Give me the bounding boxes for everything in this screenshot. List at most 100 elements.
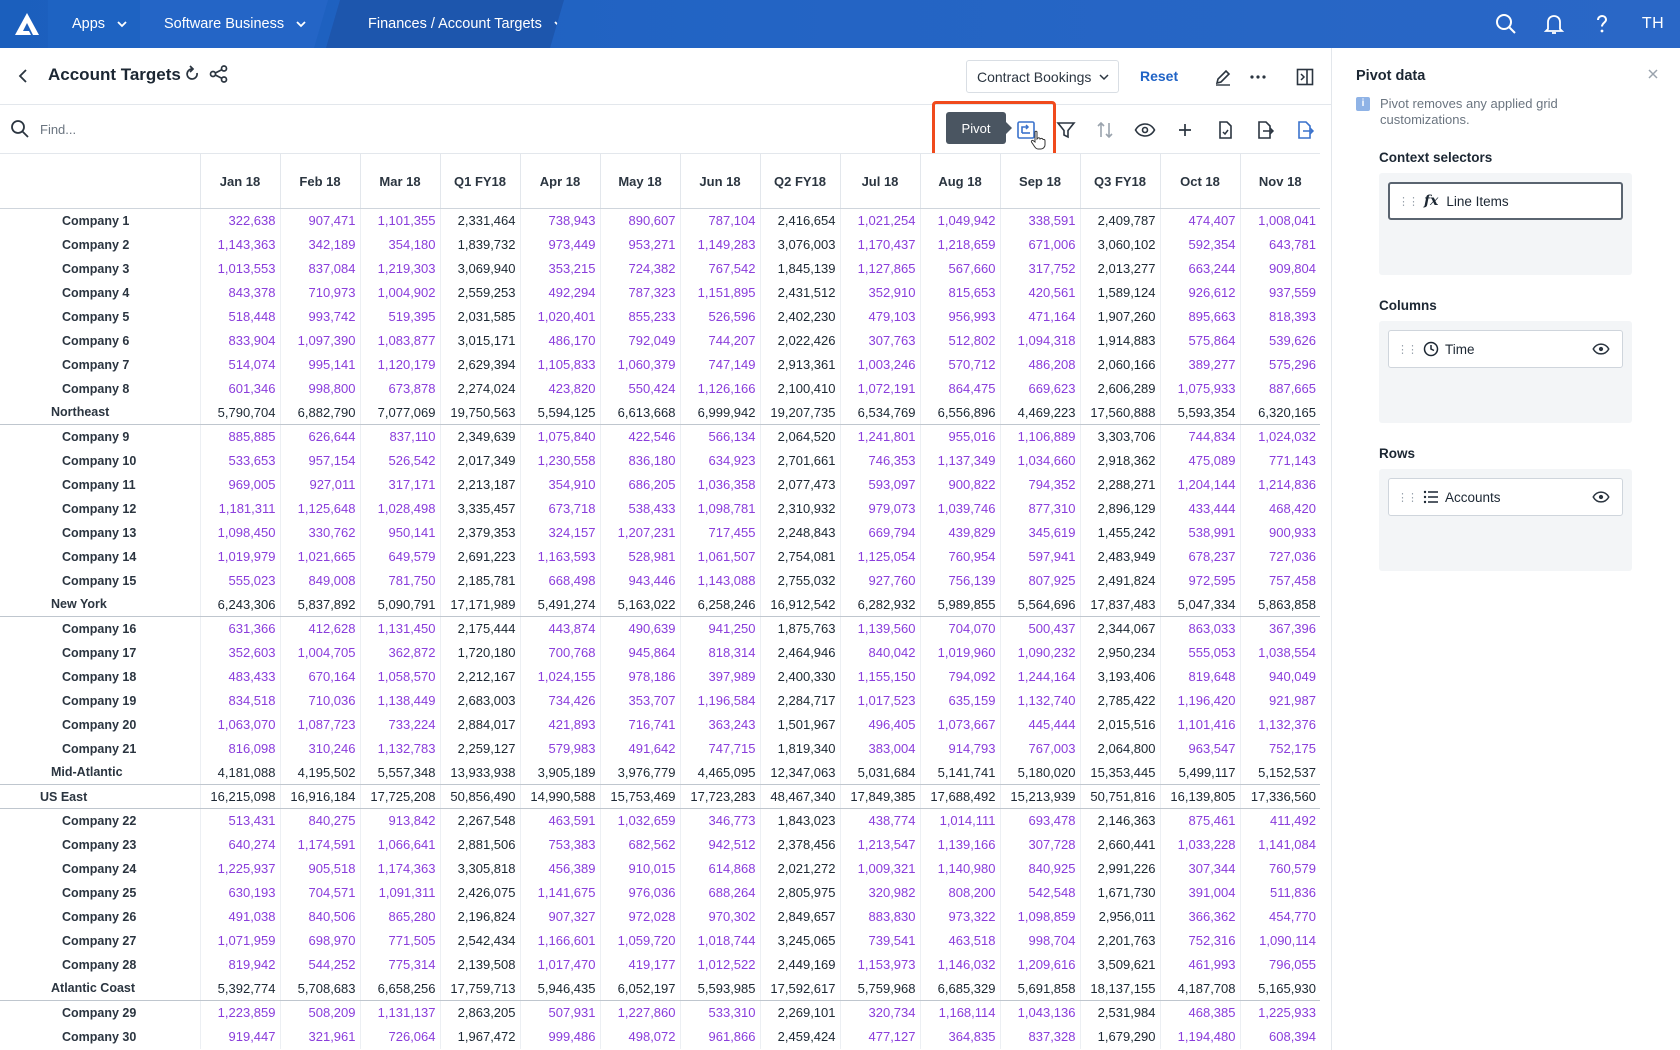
grid-cell[interactable]: 693,478 (999, 808, 1080, 833)
grid-cell[interactable]: 1,066,641 (359, 832, 440, 857)
grid-cell[interactable]: 1,060,379 (599, 352, 680, 377)
page-breadcrumb-menu[interactable]: Finances / Account Targets (326, 0, 564, 48)
grid-cell[interactable]: 895,663 (1159, 304, 1240, 329)
dimension-chip-line-items[interactable]: ⋮⋮ fx Line Items (1388, 182, 1623, 220)
grid-cell[interactable]: 5,152,537 (1239, 760, 1320, 785)
grid-cell[interactable]: 1,138,449 (359, 688, 440, 713)
grid-cell[interactable]: 756,139 (919, 568, 1000, 593)
grid-cell[interactable]: 2,950,234 (1079, 640, 1160, 665)
grid-cell[interactable]: 2,060,166 (1079, 352, 1160, 377)
grid-cell[interactable]: 2,431,512 (759, 280, 840, 305)
grid-cell[interactable]: 663,244 (1159, 256, 1240, 281)
row-header[interactable]: Northeast (0, 400, 200, 425)
grid-cell[interactable]: 513,431 (199, 808, 280, 833)
grid-cell[interactable]: 2,956,011 (1079, 904, 1160, 929)
grid-cell[interactable]: 479,103 (839, 304, 920, 329)
grid-cell[interactable]: 747,715 (679, 736, 760, 761)
grid-cell[interactable]: 5,557,348 (359, 760, 440, 785)
grid-cell[interactable]: 1,907,260 (1079, 304, 1160, 329)
grid-cell[interactable]: 794,352 (999, 472, 1080, 497)
grid-cell[interactable]: 998,800 (279, 376, 360, 401)
global-search-button[interactable] (1482, 0, 1530, 48)
column-header[interactable]: Q2 FY18 (759, 153, 840, 209)
grid-cell[interactable]: 364,835 (919, 1024, 1000, 1049)
grid-cell[interactable]: 463,518 (919, 928, 1000, 953)
grid-cell[interactable]: 422,546 (599, 424, 680, 449)
sort-button[interactable] (1092, 117, 1118, 143)
grid-cell[interactable]: 1,020,401 (519, 304, 600, 329)
grid-cell[interactable]: 2,755,032 (759, 568, 840, 593)
grid-cell[interactable]: 330,762 (279, 520, 360, 545)
grid-cell[interactable]: 19,207,735 (759, 400, 840, 425)
grid-cell[interactable]: 626,644 (279, 424, 360, 449)
grid-cell[interactable]: 885,885 (199, 424, 280, 449)
grid-cell[interactable]: 346,773 (679, 808, 760, 833)
grid-cell[interactable]: 1,097,390 (279, 328, 360, 353)
grid-cell[interactable]: 17,560,888 (1079, 400, 1160, 425)
grid-cell[interactable]: 640,274 (199, 832, 280, 857)
grid-cell[interactable]: 2,863,205 (439, 1000, 520, 1025)
grid-cell[interactable]: 507,931 (519, 1000, 600, 1025)
grid-cell[interactable]: 508,209 (279, 1000, 360, 1025)
grid-cell[interactable]: 649,579 (359, 544, 440, 569)
grid-cell[interactable]: 50,751,816 (1079, 784, 1160, 809)
grid-cell[interactable]: 726,064 (359, 1024, 440, 1049)
row-header[interactable]: Company 12 (0, 497, 200, 521)
grid-cell[interactable]: 5,708,683 (279, 976, 360, 1001)
grid-cell[interactable]: 910,015 (599, 856, 680, 881)
reset-button[interactable]: Reset (1140, 68, 1178, 84)
grid-cell[interactable]: 1,174,363 (359, 856, 440, 881)
grid-cell[interactable]: 352,910 (839, 280, 920, 305)
grid-cell[interactable]: 1,043,136 (999, 1000, 1080, 1025)
grid-cell[interactable]: 50,856,490 (439, 784, 520, 809)
row-header[interactable]: Company 15 (0, 569, 200, 593)
grid-cell[interactable]: 760,954 (919, 544, 1000, 569)
grid-cell[interactable]: 324,157 (519, 520, 600, 545)
grid-cell[interactable]: 6,999,942 (679, 400, 760, 425)
grid-cell[interactable]: 1,139,166 (919, 832, 1000, 857)
add-button[interactable] (1172, 117, 1198, 143)
grid-cell[interactable]: 2,212,167 (439, 664, 520, 689)
grid-cell[interactable]: 2,013,277 (1079, 256, 1160, 281)
grid-cell[interactable]: 1,009,321 (839, 856, 920, 881)
grid-cell[interactable]: 2,288,271 (1079, 472, 1160, 497)
grid-cell[interactable]: 2,896,129 (1079, 496, 1160, 521)
grid-cell[interactable]: 815,653 (919, 280, 1000, 305)
grid-cell[interactable]: 1,131,137 (359, 1000, 440, 1025)
grid-cell[interactable]: 19,750,563 (439, 400, 520, 425)
grid-cell[interactable]: 614,868 (679, 856, 760, 881)
grid-cell[interactable]: 1,501,967 (759, 712, 840, 737)
grid-cell[interactable]: 926,612 (1159, 280, 1240, 305)
grid-cell[interactable]: 2,213,187 (439, 472, 520, 497)
grid-cell[interactable]: 2,021,272 (759, 856, 840, 881)
grid-cell[interactable]: 1,146,032 (919, 952, 1000, 977)
edit-button[interactable] (1210, 64, 1236, 90)
grid-cell[interactable]: 945,864 (599, 640, 680, 665)
grid-cell[interactable]: 16,912,542 (759, 592, 840, 617)
row-header[interactable]: New York (0, 592, 200, 617)
grid-cell[interactable]: 1,087,723 (279, 712, 360, 737)
grid-cell[interactable]: 575,296 (1239, 352, 1320, 377)
grid-cell[interactable]: 883,830 (839, 904, 920, 929)
grid-cell[interactable]: 12,347,063 (759, 760, 840, 785)
grid-cell[interactable]: 456,389 (519, 856, 600, 881)
grid-cell[interactable]: 1,170,437 (839, 232, 920, 257)
grid-cell[interactable]: 526,542 (359, 448, 440, 473)
grid-cell[interactable]: 468,385 (1159, 1000, 1240, 1025)
grid-cell[interactable]: 2,464,946 (759, 640, 840, 665)
grid-cell[interactable]: 1,063,070 (199, 712, 280, 737)
grid-cell[interactable]: 919,447 (199, 1024, 280, 1049)
grid-cell[interactable]: 2,881,506 (439, 832, 520, 857)
row-header[interactable]: Company 2 (0, 233, 200, 257)
grid-cell[interactable]: 2,991,226 (1079, 856, 1160, 881)
grid-cell[interactable]: 463,591 (519, 808, 600, 833)
grid-cell[interactable]: 942,512 (679, 832, 760, 857)
grid-cell[interactable]: 1,141,675 (519, 880, 600, 905)
grid-cell[interactable]: 734,426 (519, 688, 600, 713)
grid-cell[interactable]: 1,194,480 (1159, 1024, 1240, 1049)
grid-cell[interactable]: 6,320,165 (1239, 400, 1320, 425)
grid-cell[interactable]: 1,039,746 (919, 496, 1000, 521)
grid-cell[interactable]: 2,022,426 (759, 328, 840, 353)
back-arrow-icon[interactable] (12, 64, 36, 88)
grid-cell[interactable]: 518,448 (199, 304, 280, 329)
